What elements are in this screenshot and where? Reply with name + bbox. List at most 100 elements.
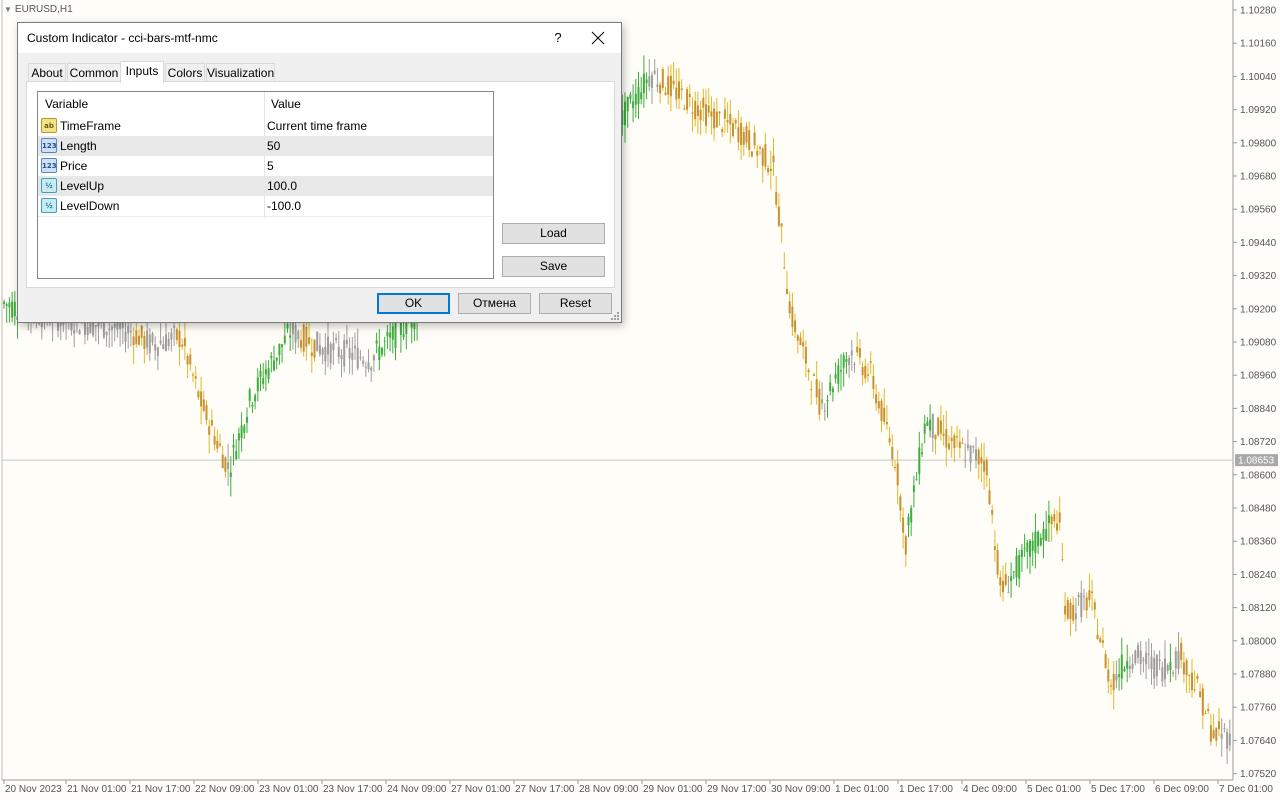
candle-body [300,339,302,348]
candle-body [972,446,975,448]
candle-body [181,344,184,347]
price-axis-label: 1.09320 [1240,271,1277,282]
collapse-triangle-icon[interactable]: ▼ [4,5,12,14]
candle-body [302,324,305,352]
candle-body [1015,555,1018,578]
candle-body [262,378,265,384]
candle-body [1104,654,1107,669]
tab-about[interactable]: About [28,63,66,82]
param-value[interactable]: -100.0 [267,199,301,213]
candle-body [5,304,8,306]
candle-body [837,365,840,384]
candle-body [829,382,832,391]
candle-body [912,485,915,493]
candle-body [286,323,289,329]
candle-body [729,113,732,125]
price-axis-label: 1.07760 [1240,703,1277,714]
candle-body [324,346,327,362]
table-row[interactable]: 123 Length 50 [38,136,493,156]
candle-body [831,388,834,393]
candle-body [869,361,872,363]
param-value[interactable]: 100.0 [267,179,297,193]
candle-body [78,330,81,335]
price-axis-label: 1.08480 [1240,504,1277,515]
candle-body [640,92,643,100]
ok-button[interactable]: OK [377,293,450,314]
candle-body [219,443,221,446]
candle-body [1182,662,1185,675]
candle-body [764,144,767,167]
candle-body [904,536,907,555]
candle-body [675,87,678,100]
reset-button[interactable]: Reset [539,293,612,314]
candle-body [799,337,802,345]
candle-body [313,339,316,358]
candle-body [672,80,675,85]
table-row[interactable]: ab TimeFrame Current time frame [38,116,493,136]
help-button[interactable]: ? [547,27,569,49]
candle-body [856,346,859,353]
candle-body [1155,654,1158,677]
candle-body [251,404,254,407]
load-button[interactable]: Load [502,223,605,244]
candle-body [135,330,138,345]
candle-body [921,452,923,455]
candle-body [877,401,880,409]
param-value[interactable]: 50 [267,139,280,153]
save-button[interactable]: Save [502,256,605,277]
candle-body [267,368,270,379]
tab-visualization[interactable]: Visualization [206,63,275,82]
current-price-label: 1.08653 [1238,456,1275,467]
integer-type-icon: 123 [41,138,57,153]
candle-body [853,363,856,365]
candle-body [669,75,672,97]
column-header-value[interactable]: Value [271,97,301,111]
param-value[interactable]: Current time frame [267,119,367,133]
candle-body [1012,571,1015,573]
candle-body [1188,675,1191,677]
candle-body [1115,674,1118,681]
candle-body [1004,574,1007,585]
candle-body [186,356,189,365]
candle-body [208,426,211,435]
candle-body [656,84,659,88]
candle-body [108,328,111,331]
candle-body [823,410,826,412]
tab-colors[interactable]: Colors [165,63,205,82]
price-axis-label: 1.08240 [1240,570,1277,581]
price-axis-label: 1.09560 [1240,205,1277,216]
dialog-titlebar[interactable]: Custom Indicator - cci-bars-mtf-nmc ? [18,23,621,53]
table-row[interactable]: ½ LevelDown -100.0 [38,196,493,216]
table-row[interactable]: ½ LevelUp 100.0 [38,176,493,196]
close-button[interactable] [585,25,611,51]
candle-body [667,76,670,95]
candle-body [659,84,662,94]
param-value[interactable]: 5 [267,159,274,173]
cancel-button[interactable]: Отмена [458,293,531,314]
candle-body [1018,555,1021,579]
candle-body [840,370,842,372]
candle-body [1034,531,1037,553]
double-type-icon: ½ [41,178,57,193]
column-header-variable[interactable]: Variable [45,97,88,111]
resize-grip-icon[interactable] [610,311,620,321]
candle-body [721,129,724,132]
candle-body [756,150,759,156]
tab-common[interactable]: Common [67,63,121,82]
candle-body [146,330,149,348]
close-icon [591,31,605,45]
custom-indicator-dialog: Custom Indicator - cci-bars-mtf-nmc ? Ab… [17,22,622,323]
candle-body [1199,691,1202,697]
candle-body [705,104,707,126]
candle-body [1083,596,1085,598]
candle-body [310,352,313,356]
candle-body [1169,661,1172,671]
tab-inputs[interactable]: Inputs [120,61,164,83]
table-row[interactable]: 123 Price 5 [38,156,493,176]
candle-body [1120,654,1123,679]
candle-body [977,449,980,465]
candle-body [796,335,799,341]
param-name: LevelUp [60,179,105,193]
candle-body [73,330,76,334]
integer-type-icon: 123 [41,158,57,173]
